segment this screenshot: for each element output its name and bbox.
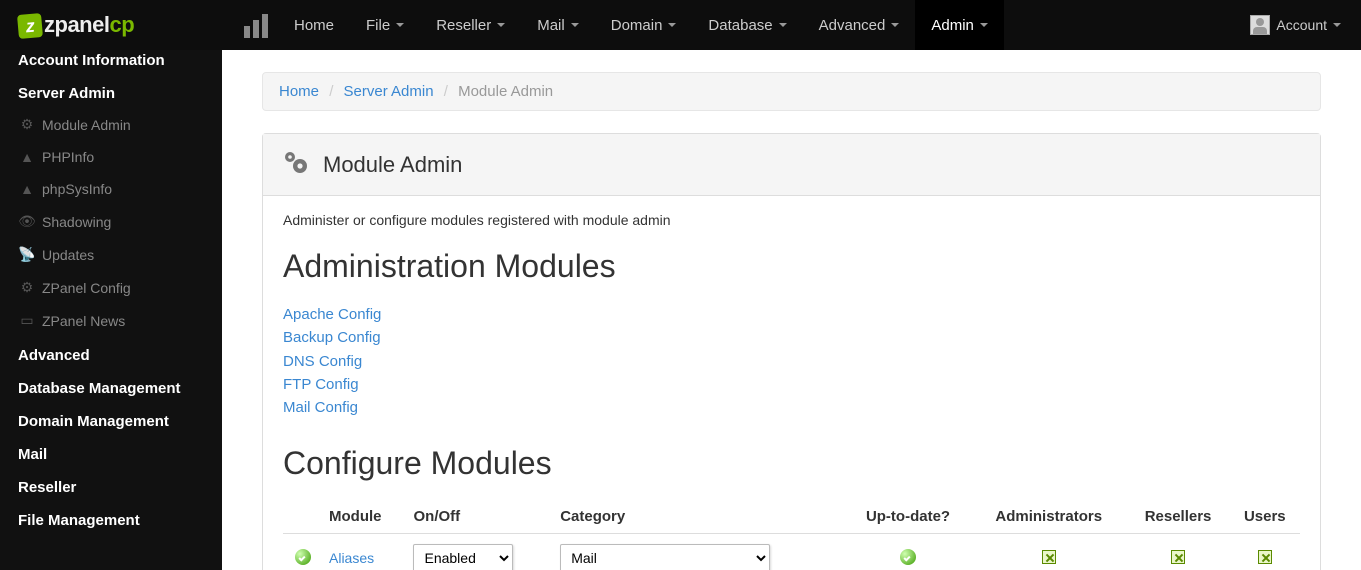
breadcrumb-home[interactable]: Home [279,83,319,100]
brand-name: zpanel [44,12,109,37]
breadcrumb-current: Module Admin [458,83,553,100]
gears-icon [281,148,311,181]
sidebar-item-zpanel-news[interactable]: ▭ZPanel News [0,304,222,337]
sidebar-item-module-admin[interactable]: ⚙Module Admin [0,108,222,141]
chevron-down-icon [980,23,988,27]
nav-advanced[interactable]: Advanced [803,0,916,50]
top-nav: zzpanelcp Home File Reseller Mail Domain… [0,0,1361,50]
nav-items: Home File Reseller Mail Domain Database … [278,0,1004,50]
col-onoff: On/Off [407,500,554,534]
warning-icon: ▲ [18,149,36,165]
sidebar-section-advanced[interactable]: Advanced [0,337,222,370]
news-icon: ▭ [18,312,36,329]
col-module: Module [323,500,407,534]
checkbox-users[interactable] [1258,550,1272,564]
col-admins: Administrators [971,500,1126,534]
brand-suffix: cp [109,12,134,37]
module-link-aliases[interactable]: Aliases [329,550,374,566]
account-label: Account [1276,17,1327,33]
sidebar-item-updates[interactable]: 📡Updates [0,238,222,271]
link-apache-config[interactable]: Apache Config [283,303,1300,326]
col-users: Users [1230,500,1300,534]
sidebar-section-server-admin[interactable]: Server Admin [0,75,222,108]
sidebar-section-domain-management[interactable]: Domain Management [0,403,222,436]
col-category: Category [554,500,845,534]
nav-admin[interactable]: Admin [915,0,1004,50]
breadcrumb-sep: / [444,83,448,100]
logo-badge-icon: z [17,13,43,39]
nav-account[interactable]: Account [1240,0,1361,50]
panel-body: Administer or configure modules register… [263,196,1320,570]
nav-file[interactable]: File [350,0,420,50]
chevron-down-icon [668,23,676,27]
warning-icon: ▲ [18,181,36,197]
link-mail-config[interactable]: Mail Config [283,396,1300,419]
nav-database[interactable]: Database [692,0,802,50]
sidebar-section-account-info[interactable]: Account Information [0,50,222,75]
category-select[interactable]: Mail [560,544,770,570]
sidebar-section-reseller[interactable]: Reseller [0,469,222,502]
table-row: Aliases Enabled Mail [283,534,1300,570]
chevron-down-icon [396,23,404,27]
checkbox-resellers[interactable] [1171,550,1185,564]
status-ok-icon [900,549,916,565]
main-content: Home / Server Admin / Module Admin Modul… [222,50,1361,570]
module-admin-panel: Module Admin Administer or configure mod… [262,133,1321,570]
chevron-down-icon [497,23,505,27]
administration-modules-heading: Administration Modules [283,248,1300,285]
nav-right: Account [1240,0,1361,50]
link-dns-config[interactable]: DNS Config [283,350,1300,373]
chevron-down-icon [1333,23,1341,27]
status-ok-icon [295,549,311,565]
sidebar-section-file-management[interactable]: File Management [0,502,222,535]
col-uptodate: Up-to-date? [845,500,971,534]
panel-description: Administer or configure modules register… [283,212,1300,228]
chevron-down-icon [571,23,579,27]
sidebar-item-zpanel-config[interactable]: ⚙ZPanel Config [0,271,222,304]
avatar-icon [1250,15,1270,35]
eye-icon: 👁 [18,213,36,230]
checkbox-admins[interactable] [1042,550,1056,564]
gear-icon: ⚙ [18,116,36,133]
link-backup-config[interactable]: Backup Config [283,326,1300,349]
panel-title: Module Admin [323,152,462,178]
link-ftp-config[interactable]: FTP Config [283,373,1300,396]
gear-icon: ⚙ [18,279,36,296]
panel-header: Module Admin [263,134,1320,196]
chevron-down-icon [891,23,899,27]
antenna-icon: 📡 [18,246,36,263]
nav-reseller[interactable]: Reseller [420,0,521,50]
chevron-down-icon [779,23,787,27]
logo[interactable]: zzpanelcp [0,12,222,38]
configure-modules-table: Module On/Off Category Up-to-date? Admin… [283,500,1300,570]
sidebar-section-mail[interactable]: Mail [0,436,222,469]
stats-icon[interactable] [244,12,268,38]
breadcrumb-server-admin[interactable]: Server Admin [344,83,434,100]
col-resellers: Resellers [1126,500,1229,534]
onoff-select[interactable]: Enabled [413,544,513,570]
table-header-row: Module On/Off Category Up-to-date? Admin… [283,500,1300,534]
configure-modules-heading: Configure Modules [283,445,1300,482]
sidebar-section-database-management[interactable]: Database Management [0,370,222,403]
nav-mail[interactable]: Mail [521,0,595,50]
breadcrumb-sep: / [329,83,333,100]
nav-home[interactable]: Home [278,0,350,50]
nav-domain[interactable]: Domain [595,0,693,50]
sidebar: Account Information Server Admin ⚙Module… [0,50,222,570]
sidebar-item-shadowing[interactable]: 👁Shadowing [0,205,222,238]
breadcrumb: Home / Server Admin / Module Admin [262,72,1321,111]
admin-module-links: Apache Config Backup Config DNS Config F… [283,303,1300,419]
sidebar-item-phpsysinfo[interactable]: ▲phpSysInfo [0,173,222,205]
sidebar-item-phpinfo[interactable]: ▲PHPInfo [0,141,222,173]
